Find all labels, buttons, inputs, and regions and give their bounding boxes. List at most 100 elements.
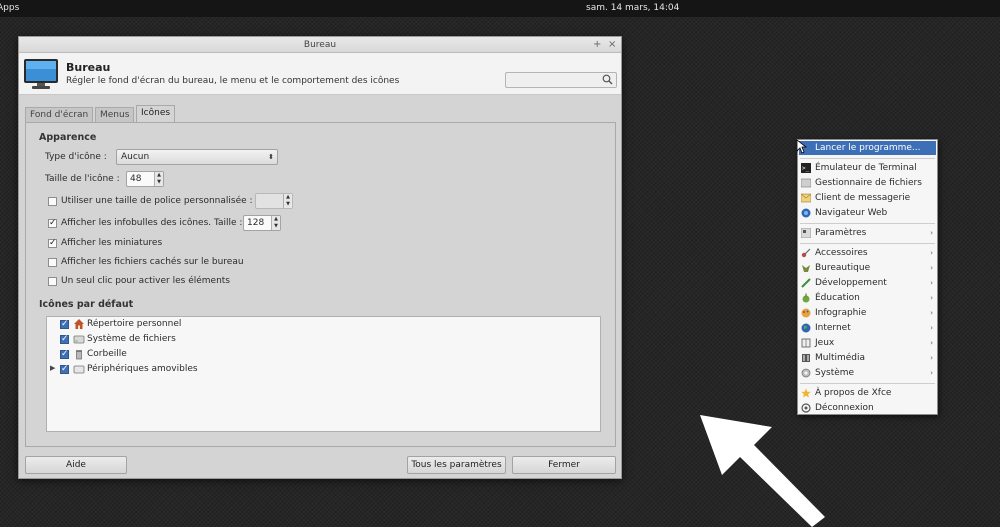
tab-fond-ecran[interactable]: Fond d'écran — [25, 107, 93, 123]
menu-item-label: Bureautique — [815, 263, 871, 273]
menu-item-label: Gestionnaire de fichiers — [815, 178, 922, 188]
menu-item-terminal[interactable]: >_ Émulateur de Terminal — [799, 161, 936, 175]
menu-item-education[interactable]: Éducation › — [799, 291, 936, 305]
menu-item-label: Jeux — [815, 338, 835, 348]
tab-menus[interactable]: Menus — [95, 107, 134, 123]
drive-icon — [73, 335, 85, 344]
monitor-icon — [24, 59, 58, 89]
tooltips-size-value: 128 — [247, 218, 265, 228]
add-icon[interactable]: + — [593, 37, 601, 53]
submenu-arrow-icon: › — [930, 264, 933, 272]
menu-item-office[interactable]: Bureautique › — [799, 261, 936, 275]
section-title-apparence: Apparence — [39, 132, 97, 143]
removable-checkbox[interactable]: ✓ — [60, 365, 69, 374]
menu-item-web[interactable]: Navigateur Web — [799, 206, 936, 220]
default-icons-list: ✓ Répertoire personnel ✓ Système de fich… — [46, 316, 601, 432]
mail-icon — [801, 193, 811, 203]
custom-font-label: Utiliser une taille de police personnali… — [61, 196, 253, 206]
icon-type-label: Type d'icône : — [45, 152, 107, 162]
thumbnails-checkbox[interactable]: ✓ — [48, 239, 57, 248]
menu-item-label: Navigateur Web — [815, 208, 888, 218]
menu-item-label: Système — [815, 368, 855, 378]
header-title: Bureau — [66, 61, 111, 74]
clock[interactable]: sam. 14 mars, 14:04 — [586, 3, 679, 13]
single-click-label: Un seul clic pour activer les éléments — [61, 276, 230, 286]
thumbnails-label: Afficher les miniatures — [61, 238, 163, 248]
menu-item-label: Infographie — [815, 308, 867, 318]
search-input[interactable] — [505, 72, 617, 88]
submenu-arrow-icon: › — [930, 279, 933, 287]
internet-icon — [801, 323, 811, 333]
games-icon — [801, 338, 811, 348]
menu-item-development[interactable]: Développement › — [799, 276, 936, 290]
all-settings-button[interactable]: Tous les paramètres — [407, 456, 506, 474]
list-item[interactable]: ✓ Corbeille — [47, 348, 600, 362]
spinner-arrows-icon[interactable]: ▲ ▼ — [271, 216, 280, 230]
search-icon[interactable] — [602, 74, 613, 85]
hidden-files-label: Afficher les fichiers cachés sur le bure… — [61, 257, 244, 267]
window-titlebar[interactable]: Bureau + × — [19, 37, 621, 53]
submenu-arrow-icon: › — [930, 249, 933, 257]
apps-menu-button[interactable]: Apps — [0, 3, 19, 13]
tab-panel-icones: Apparence Type d'icône : Aucun ⬍ Taille … — [25, 122, 616, 447]
pointer-arrow-icon — [700, 415, 825, 527]
menu-item-label: Paramètres — [815, 228, 867, 238]
web-browser-icon — [801, 208, 811, 218]
home-checkbox[interactable]: ✓ — [60, 320, 69, 329]
menu-item-games[interactable]: Jeux › — [799, 336, 936, 350]
section-title-icones-defaut: Icônes par défaut — [39, 299, 134, 310]
accessories-icon — [801, 248, 811, 258]
terminal-icon: >_ — [801, 163, 811, 173]
home-icon — [74, 319, 84, 329]
icon-size-value: 48 — [130, 174, 142, 184]
spinner-arrows-icon[interactable]: ▲ ▼ — [154, 172, 163, 186]
menu-item-multimedia[interactable]: Multimédia › — [799, 351, 936, 365]
menu-item-file-manager[interactable]: Gestionnaire de fichiers — [799, 176, 936, 190]
hidden-files-checkbox[interactable] — [48, 258, 57, 267]
combo-arrows-icon: ⬍ — [268, 153, 274, 161]
list-item[interactable]: ✓ Système de fichiers — [47, 333, 600, 347]
menu-item-settings[interactable]: Paramètres › — [799, 226, 936, 240]
menu-item-internet[interactable]: Internet › — [799, 321, 936, 335]
menu-item-accessories[interactable]: Accessoires › — [799, 246, 936, 260]
submenu-arrow-icon: › — [930, 294, 933, 302]
menu-item-label: À propos de Xfce — [815, 388, 892, 398]
list-item[interactable]: ✓ Répertoire personnel — [47, 318, 600, 332]
close-button[interactable]: Fermer — [512, 456, 616, 474]
settings-window: Bureau + × Bureau Régler le fond d'écran… — [18, 36, 622, 479]
icon-type-select[interactable]: Aucun ⬍ — [116, 149, 278, 165]
tooltips-label: Afficher les infobulles des icônes. Tail… — [61, 218, 243, 228]
system-icon — [801, 368, 811, 378]
tooltips-size-spinner[interactable]: 128 ▲ ▼ — [243, 215, 281, 231]
menu-item-label: Multimédia — [815, 353, 866, 363]
menu-separator — [800, 158, 935, 159]
icon-size-spinner[interactable]: 48 ▲ ▼ — [126, 171, 164, 187]
menu-item-system[interactable]: Système › — [799, 366, 936, 380]
single-click-checkbox[interactable] — [48, 277, 57, 286]
window-title: Bureau — [303, 40, 337, 50]
development-icon — [801, 278, 811, 288]
menu-item-mail[interactable]: Client de messagerie — [799, 191, 936, 205]
tooltips-checkbox[interactable]: ✓ — [48, 219, 57, 228]
menu-item-graphics[interactable]: Infographie › — [799, 306, 936, 320]
expander-arrow-icon[interactable]: ▶ — [50, 364, 55, 372]
office-icon — [802, 265, 810, 272]
custom-font-checkbox[interactable] — [48, 197, 57, 206]
close-icon[interactable]: × — [608, 37, 616, 53]
icon-size-label: Taille de l'icône : — [45, 174, 120, 184]
menu-item-run[interactable]: Lancer le programme... — [799, 141, 936, 155]
submenu-arrow-icon: › — [930, 229, 933, 237]
help-button[interactable]: Aide — [25, 456, 127, 474]
window-header: Bureau Régler le fond d'écran du bureau,… — [19, 53, 621, 95]
submenu-arrow-icon: › — [930, 369, 933, 377]
trash-checkbox[interactable]: ✓ — [60, 350, 69, 359]
menu-item-label: Internet — [815, 323, 851, 333]
menu-item-about[interactable]: À propos de Xfce — [799, 386, 936, 400]
submenu-arrow-icon: › — [930, 354, 933, 362]
header-subtitle: Régler le fond d'écran du bureau, le men… — [66, 76, 400, 86]
filesystem-checkbox[interactable]: ✓ — [60, 335, 69, 344]
tab-icones[interactable]: Icônes — [136, 105, 175, 123]
list-item[interactable]: ▶ ✓ Périphériques amovibles — [47, 363, 600, 377]
menu-separator — [800, 383, 935, 384]
graphics-icon — [801, 308, 811, 318]
